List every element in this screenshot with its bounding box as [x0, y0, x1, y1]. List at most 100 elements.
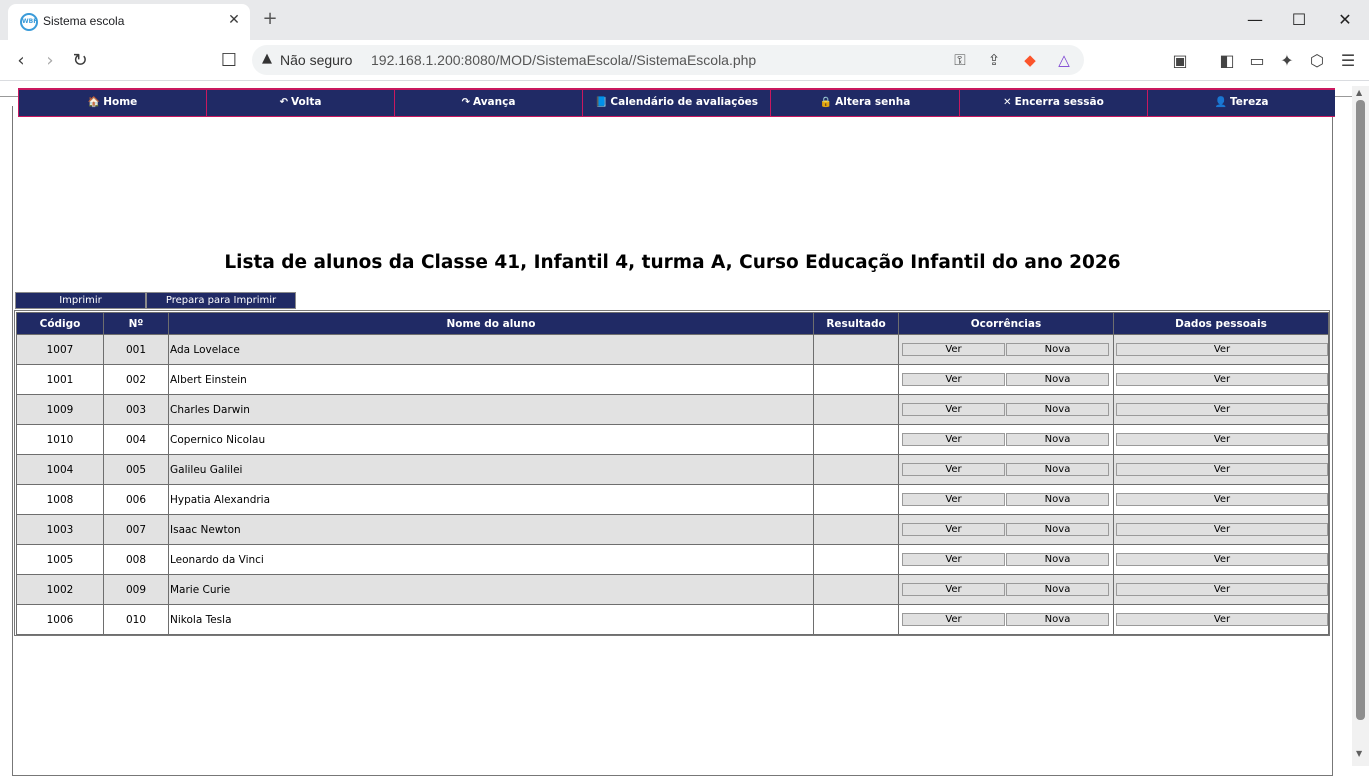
new-tab-button[interactable]: + — [259, 8, 281, 30]
ocorrencias-nova-button[interactable]: Nova — [1006, 493, 1109, 506]
cell-dados-pessoais: Ver — [1113, 574, 1329, 605]
cell-codigo: 1010 — [16, 424, 104, 455]
cell-ocorrencias: Ver Nova — [898, 424, 1114, 455]
cell-resultado — [813, 484, 899, 515]
bookmark-icon[interactable]: ☐ — [216, 48, 242, 74]
ocorrencias-ver-button[interactable]: Ver — [902, 553, 1005, 566]
cell-dados-pessoais: Ver — [1113, 334, 1329, 365]
dados-pessoais-ver-button[interactable]: Ver — [1116, 583, 1328, 596]
browser-tab[interactable]: WBF Sistema escola ✕ — [8, 4, 250, 40]
ocorrencias-nova-button[interactable]: Nova — [1006, 433, 1109, 446]
ocorrencias-nova-button[interactable]: Nova — [1006, 523, 1109, 536]
dados-pessoais-ver-button[interactable]: Ver — [1116, 493, 1328, 506]
ocorrencias-ver-button[interactable]: Ver — [902, 583, 1005, 596]
cell-codigo: 1009 — [16, 394, 104, 425]
ocorrencias-ver-button[interactable]: Ver — [902, 373, 1005, 386]
ocorrencias-nova-button[interactable]: Nova — [1006, 403, 1109, 416]
site-favicon-icon: WBF — [20, 13, 38, 31]
menu-calendario[interactable]: 📘 Calendário de avaliações — [582, 88, 770, 117]
ocorrencias-ver-button[interactable]: Ver — [902, 463, 1005, 476]
menu-user[interactable]: 👤 Tereza — [1147, 88, 1335, 117]
sidebar-icon[interactable]: ◧ — [1216, 50, 1238, 72]
tab-title: Sistema escola — [43, 14, 125, 28]
page-scrollbar[interactable]: ▲ ▼ — [1352, 86, 1369, 766]
key-icon[interactable]: ⚿ — [950, 50, 970, 70]
dados-pessoais-ver-button[interactable]: Ver — [1116, 523, 1328, 536]
menu-home-label: Home — [103, 96, 138, 108]
dados-pessoais-ver-button[interactable]: Ver — [1116, 433, 1328, 446]
back-icon[interactable]: ‹ — [8, 48, 34, 74]
menu-encerra-sessao[interactable]: ✕ Encerra sessão — [959, 88, 1147, 117]
cell-codigo: 1004 — [16, 454, 104, 485]
ocorrencias-ver-button[interactable]: Ver — [902, 493, 1005, 506]
cell-ocorrencias: Ver Nova — [898, 364, 1114, 395]
cell-nome: Nikola Tesla — [168, 604, 814, 635]
cell-codigo: 1008 — [16, 484, 104, 515]
menu-altera-senha-label: Altera senha — [835, 96, 911, 108]
tab-close-icon[interactable]: ✕ — [225, 10, 243, 30]
ocorrencias-nova-button[interactable]: Nova — [1006, 583, 1109, 596]
forward-arrow-icon: ↷ — [461, 97, 470, 108]
dados-pessoais-ver-button[interactable]: Ver — [1116, 553, 1328, 566]
table-row: 1004 005 Galileu Galilei Ver Nova Ver — [16, 454, 1329, 485]
share-icon[interactable]: ⇪ — [984, 50, 1004, 70]
table-row: 1010 004 Copernico Nicolau Ver Nova Ver — [16, 424, 1329, 455]
students-table-container: Código Nº Nome do aluno Resultado Ocorrê… — [14, 310, 1330, 636]
cell-nome: Isaac Newton — [168, 514, 814, 545]
ocorrencias-nova-button[interactable]: Nova — [1006, 373, 1109, 386]
main-menu: 🏠 Home ↶ Volta ↷ Avança 📘 Calendário de aval… — [18, 88, 1336, 117]
table-row: 1002 009 Marie Curie Ver Nova Ver — [16, 574, 1329, 605]
ocorrencias-nova-button[interactable]: Nova — [1006, 463, 1109, 476]
menu-user-label: Tereza — [1230, 96, 1269, 108]
window-maximize-button[interactable]: ☐ — [1277, 6, 1321, 34]
search-tab-icon[interactable]: ▣ — [1169, 50, 1191, 72]
wallet-icon[interactable]: ▭ — [1246, 50, 1268, 72]
scroll-up-icon[interactable]: ▲ — [1356, 88, 1362, 97]
brave-rewards-icon[interactable]: △ — [1054, 50, 1074, 70]
ocorrencias-ver-button[interactable]: Ver — [902, 613, 1005, 626]
ocorrencias-nova-button[interactable]: Nova — [1006, 553, 1109, 566]
security-label[interactable]: Não seguro — [280, 52, 352, 68]
url-text[interactable]: 192.168.1.200:8080/MOD/SistemaEscola//Si… — [371, 52, 756, 68]
brave-shield-icon[interactable]: ◆ — [1020, 50, 1040, 70]
prepare-print-button[interactable]: Prepara para Imprimir — [146, 292, 296, 309]
ocorrencias-ver-button[interactable]: Ver — [902, 523, 1005, 536]
menu-volta-label: Volta — [290, 96, 322, 108]
menu-icon[interactable]: ☰ — [1337, 50, 1359, 72]
scroll-down-icon[interactable]: ▼ — [1356, 749, 1362, 758]
dados-pessoais-ver-button[interactable]: Ver — [1116, 403, 1328, 416]
ocorrencias-ver-button[interactable]: Ver — [902, 403, 1005, 416]
cell-nome: Galileu Galilei — [168, 454, 814, 485]
dados-pessoais-ver-button[interactable]: Ver — [1116, 373, 1328, 386]
dados-pessoais-ver-button[interactable]: Ver — [1116, 343, 1328, 356]
cell-numero: 006 — [103, 484, 169, 515]
scroll-thumb[interactable] — [1356, 100, 1365, 720]
menu-home[interactable]: 🏠 Home — [18, 88, 206, 117]
print-button[interactable]: Imprimir — [15, 292, 146, 309]
menu-volta[interactable]: ↶ Volta — [206, 88, 394, 117]
menu-altera-senha[interactable]: 🔒 Altera senha — [770, 88, 959, 117]
dados-pessoais-ver-button[interactable]: Ver — [1116, 613, 1328, 626]
leo-ai-icon[interactable]: ✦ — [1276, 50, 1298, 72]
cell-numero: 008 — [103, 544, 169, 575]
cell-ocorrencias: Ver Nova — [898, 394, 1114, 425]
ocorrencias-ver-button[interactable]: Ver — [902, 343, 1005, 356]
cell-resultado — [813, 604, 899, 635]
address-bar[interactable]: ▲ Não seguro 192.168.1.200:8080/MOD/Sist… — [252, 45, 1084, 75]
header-codigo: Código — [16, 312, 104, 335]
vpn-icon[interactable]: ⬡ — [1306, 50, 1328, 72]
cell-numero: 002 — [103, 364, 169, 395]
dados-pessoais-ver-button[interactable]: Ver — [1116, 463, 1328, 476]
ocorrencias-ver-button[interactable]: Ver — [902, 433, 1005, 446]
cell-resultado — [813, 544, 899, 575]
window-minimize-button[interactable]: — — [1233, 6, 1277, 34]
ocorrencias-nova-button[interactable]: Nova — [1006, 343, 1109, 356]
menu-avanca[interactable]: ↷ Avança — [394, 88, 582, 117]
ocorrencias-nova-button[interactable]: Nova — [1006, 613, 1109, 626]
header-nome: Nome do aluno — [168, 312, 814, 335]
cell-nome: Copernico Nicolau — [168, 424, 814, 455]
window-close-button[interactable]: ✕ — [1323, 6, 1367, 34]
header-resultado: Resultado — [813, 312, 899, 335]
reload-icon[interactable]: ↻ — [67, 48, 93, 74]
forward-icon[interactable]: › — [37, 48, 63, 74]
